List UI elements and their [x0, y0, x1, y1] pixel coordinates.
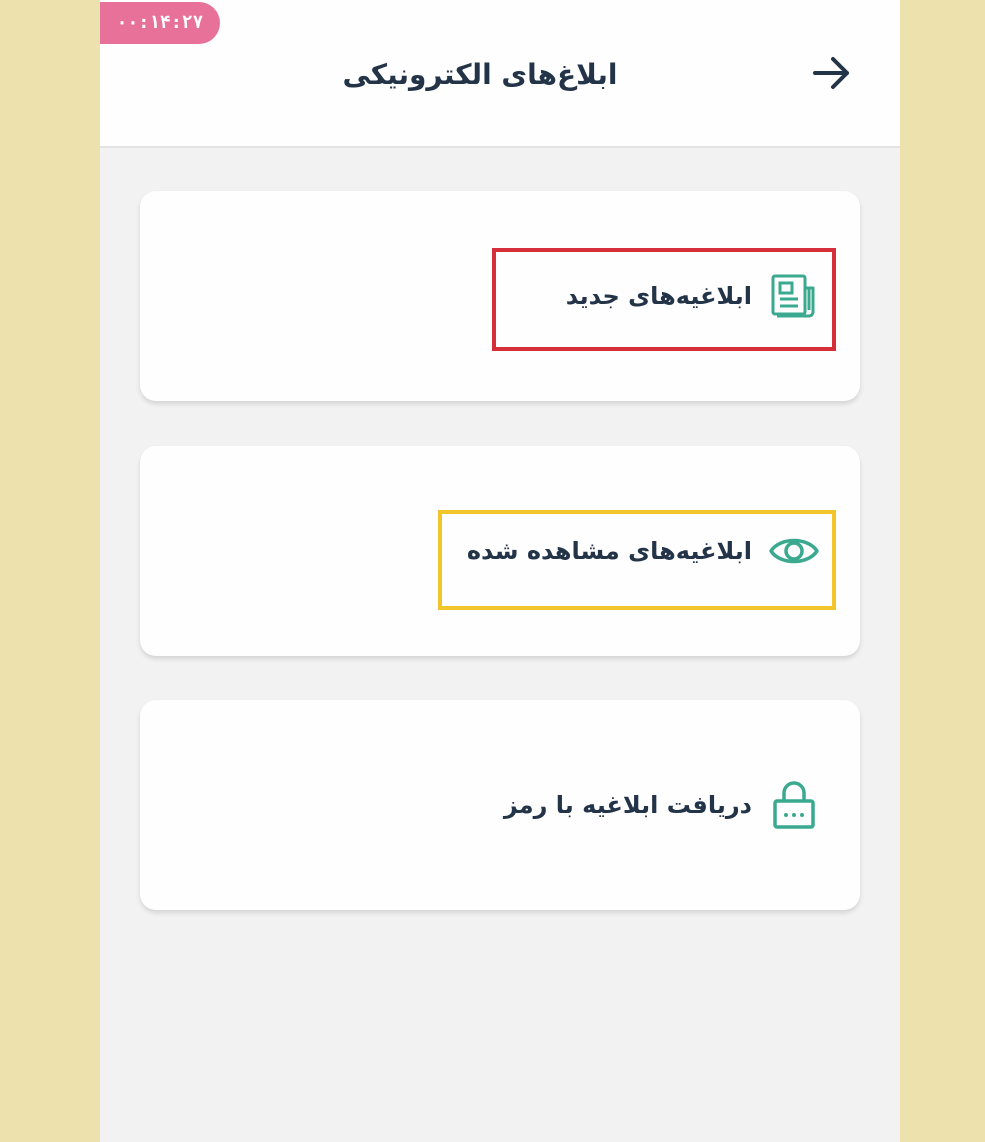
menu-item-new-notices[interactable]: ابلاغیه‌های جدید [140, 191, 860, 401]
menu-item-viewed-notices[interactable]: ابلاغیه‌های مشاهده شده [140, 446, 860, 656]
app-screen: ۰۰:۱۴:۲۷ ابلاغ‌های الکترونیکی [100, 0, 900, 1142]
menu-item-row: ابلاغیه‌های جدید [566, 270, 820, 322]
arrow-right-icon [812, 55, 852, 95]
app-header: ۰۰:۱۴:۲۷ ابلاغ‌های الکترونیکی [100, 0, 900, 148]
page-title: ابلاغ‌های الکترونیکی [342, 58, 618, 91]
menu-item-label: دریافت ابلاغیه با رمز [503, 791, 752, 819]
session-timer: ۰۰:۱۴:۲۷ [100, 2, 220, 44]
menu-item-label: ابلاغیه‌های جدید [565, 282, 752, 310]
eye-icon [768, 525, 820, 577]
menu-item-row: ابلاغیه‌های مشاهده شده [467, 525, 820, 577]
menu-item-label: ابلاغیه‌های مشاهده شده [466, 537, 752, 565]
menu-item-row: دریافت ابلاغیه با رمز [504, 779, 820, 831]
newspaper-icon [768, 270, 820, 322]
menu-item-receive-with-password[interactable]: دریافت ابلاغیه با رمز [140, 700, 860, 910]
lock-icon [768, 779, 820, 831]
back-button[interactable] [806, 50, 858, 100]
